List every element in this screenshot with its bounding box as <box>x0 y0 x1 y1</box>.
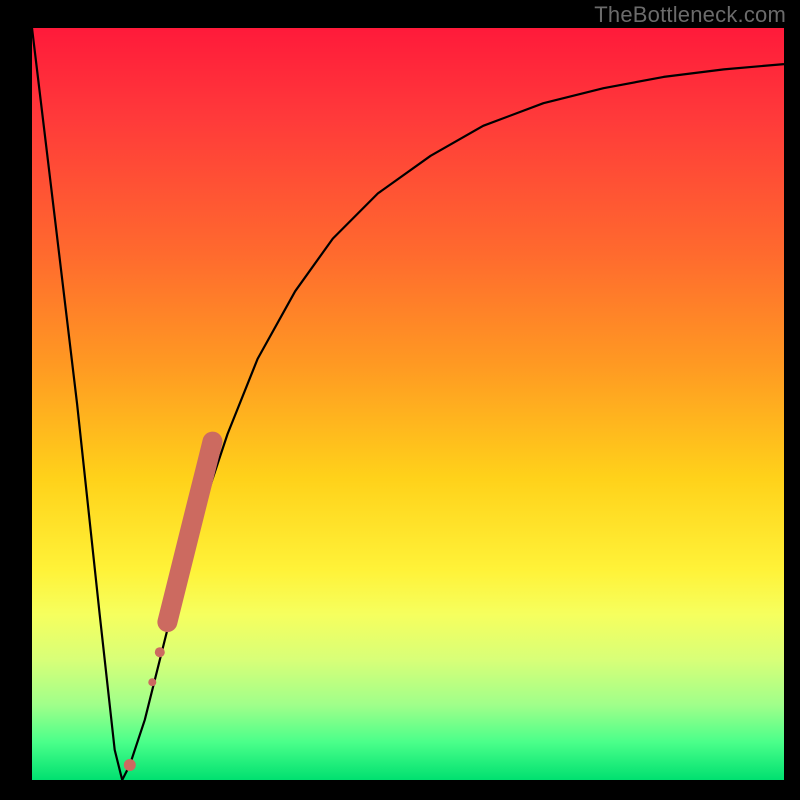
highlight-band <box>167 442 212 622</box>
highlight-dot <box>148 678 156 686</box>
watermark-text: TheBottleneck.com <box>594 2 786 28</box>
highlight-dot <box>124 759 136 771</box>
bottleneck-curve <box>32 28 784 780</box>
highlight-dot <box>155 647 165 657</box>
chart-svg <box>0 0 800 800</box>
chart-frame: TheBottleneck.com <box>0 0 800 800</box>
